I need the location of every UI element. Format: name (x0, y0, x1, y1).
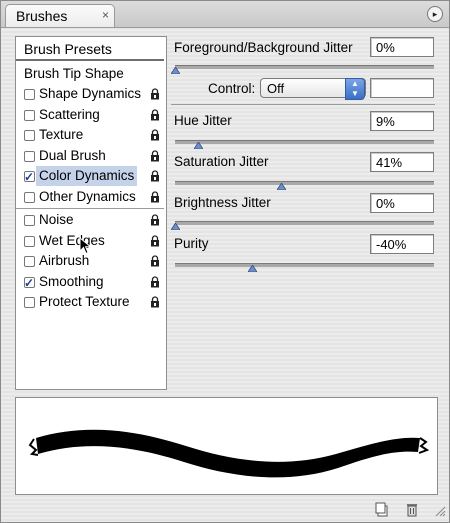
fg-bg-jitter-field[interactable]: 0% (370, 37, 434, 57)
fg-bg-jitter-slider[interactable] (175, 65, 434, 69)
lock-icon[interactable] (150, 296, 160, 308)
fg-bg-jitter-label: Foreground/Background Jitter (174, 40, 353, 55)
list-divider (16, 208, 164, 209)
panel-bottom-bar (1, 500, 449, 522)
lock-icon[interactable] (150, 109, 160, 121)
texture-checkbox[interactable] (24, 130, 35, 141)
arrow-cursor-icon (79, 237, 92, 255)
scattering-checkbox[interactable] (24, 110, 35, 121)
saturation-jitter-field[interactable]: 41% (370, 152, 434, 172)
close-icon[interactable]: × (102, 9, 112, 21)
saturation-jitter-slider-thumb[interactable] (276, 183, 286, 190)
brushes-tab[interactable]: Brushes × (5, 4, 115, 27)
sidebar-item-protect-texture[interactable]: Protect Texture (16, 292, 164, 312)
sidebar-item-other-dynamics[interactable]: Other Dynamics (16, 187, 164, 207)
trash-icon[interactable] (405, 502, 419, 517)
brush-stroke-preview (15, 397, 438, 495)
sidebar-item-scattering[interactable]: Scattering (16, 105, 164, 125)
other-dynamics-checkbox[interactable] (24, 192, 35, 203)
lock-icon[interactable] (150, 214, 160, 226)
purity-label: Purity (174, 236, 209, 251)
brightness-jitter-field[interactable]: 0% (370, 193, 434, 213)
brush-presets-button[interactable]: Brush Presets (16, 37, 164, 61)
sidebar-item-label: Color Dynamics (36, 166, 138, 186)
brushes-panel: Brushes × ▸ Brush Presets Brush Tip Shap… (0, 0, 450, 523)
purity-slider[interactable] (175, 263, 434, 267)
sidebar-item-texture[interactable]: Texture (16, 125, 164, 145)
lock-icon[interactable] (150, 255, 160, 267)
lock-icon[interactable] (150, 129, 160, 141)
wet-edges-checkbox[interactable] (24, 236, 35, 247)
brush-settings-list: Brush Presets Brush Tip Shape Shape Dyna… (15, 36, 167, 390)
resize-grip-icon[interactable] (434, 505, 446, 517)
brightness-jitter-slider[interactable] (175, 221, 434, 225)
hue-jitter-slider[interactable] (175, 140, 434, 144)
sidebar-item-noise[interactable]: Noise (16, 210, 164, 230)
dual-brush-checkbox[interactable] (24, 151, 35, 162)
sidebar-item-dual-brush[interactable]: Dual Brush (16, 146, 164, 166)
brush-stroke-image (28, 429, 430, 478)
shape-dynamics-checkbox[interactable] (24, 89, 35, 100)
panel-tab-bar: Brushes × ▸ (1, 1, 449, 28)
sidebar-item-label: Other Dynamics (39, 189, 136, 204)
control-label: Control: (208, 81, 256, 96)
sidebar-item-shape-dynamics[interactable]: Shape Dynamics (16, 84, 164, 104)
brushes-tab-label: Brushes (16, 8, 68, 24)
hue-jitter-slider-thumb[interactable] (193, 142, 203, 149)
section-divider (171, 104, 435, 105)
smoothing-checkbox[interactable] (24, 273, 35, 293)
sidebar-item-label: Wet Edges (39, 233, 105, 248)
sidebar-item-label: Dual Brush (39, 148, 106, 163)
sidebar-item-label: Shape Dynamics (39, 86, 142, 101)
purity-slider-thumb[interactable] (248, 265, 258, 272)
lock-icon[interactable] (150, 191, 160, 203)
purity-field[interactable]: -40% (370, 234, 434, 254)
sidebar-item-label: Protect Texture (39, 294, 130, 309)
saturation-jitter-slider[interactable] (175, 181, 434, 185)
lock-icon[interactable] (150, 170, 160, 182)
select-arrows-icon: ▲ ▼ (345, 78, 365, 100)
brightness-jitter-label: Brightness Jitter (174, 195, 271, 210)
sidebar-item-label: Texture (39, 127, 84, 142)
fg-bg-jitter-slider-thumb[interactable] (170, 67, 180, 74)
new-brush-icon[interactable] (375, 502, 389, 517)
airbrush-checkbox[interactable] (24, 256, 35, 267)
sidebar-item-label: Brush Tip Shape (24, 66, 124, 81)
lock-icon[interactable] (150, 276, 160, 288)
control-extra-field[interactable] (370, 78, 434, 98)
lock-icon[interactable] (150, 150, 160, 162)
control-select-value: Off (267, 81, 285, 96)
sidebar-item-color-dynamics[interactable]: Color Dynamics (16, 166, 164, 187)
lock-icon[interactable] (150, 235, 160, 247)
sidebar-item-label: Smoothing (39, 274, 104, 289)
panel-menu-icon[interactable]: ▸ (427, 6, 443, 22)
sidebar-item-smoothing[interactable]: Smoothing (16, 272, 164, 293)
protect-texture-checkbox[interactable] (24, 297, 35, 308)
noise-checkbox[interactable] (24, 215, 35, 226)
color-dynamics-checkbox[interactable] (24, 167, 35, 187)
brightness-jitter-slider-thumb[interactable] (170, 223, 180, 230)
hue-jitter-label: Hue Jitter (174, 113, 232, 128)
control-select[interactable]: Off ▲ ▼ (260, 78, 366, 100)
sidebar-item-label: Scattering (39, 107, 100, 122)
sidebar-item-label: Noise (39, 212, 74, 227)
hue-jitter-field[interactable]: 9% (370, 111, 434, 131)
saturation-jitter-label: Saturation Jitter (174, 154, 269, 169)
lock-icon[interactable] (150, 88, 160, 100)
sidebar-item-brush-tip-shape[interactable]: Brush Tip Shape (16, 64, 164, 84)
